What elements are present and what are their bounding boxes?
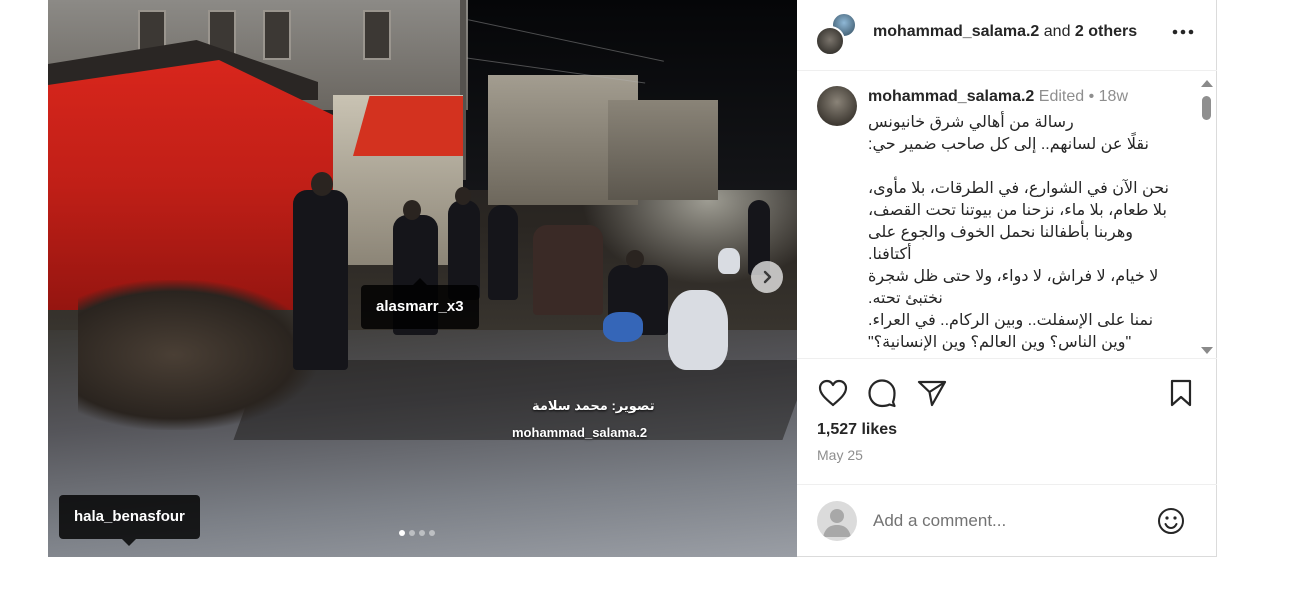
- bookmark-icon: [1170, 379, 1192, 407]
- bag: [718, 248, 740, 274]
- share-button[interactable]: [914, 375, 950, 411]
- rubble-pile: [78, 280, 318, 430]
- comment-input[interactable]: [873, 507, 1143, 535]
- person-silhouette: [488, 205, 518, 300]
- caption-header: mohammad_salama.2 Edited • 18w: [868, 88, 1128, 106]
- scroll-down-arrow-icon[interactable]: [1201, 347, 1213, 354]
- more-horizontal-icon: [1172, 29, 1194, 35]
- person-silhouette: [293, 190, 348, 370]
- current-user-avatar: [817, 501, 857, 541]
- save-button[interactable]: [1163, 375, 1199, 411]
- default-avatar-icon: [823, 509, 851, 537]
- scroll-up-arrow-icon[interactable]: [1201, 80, 1213, 87]
- carousel-dot: [409, 530, 415, 536]
- caption-username[interactable]: mohammad_salama.2: [868, 88, 1034, 105]
- author-username[interactable]: mohammad_salama.2: [873, 23, 1039, 40]
- person-head: [626, 250, 644, 268]
- bag: [603, 312, 643, 342]
- photo-credit-text: تصوير: محمد سلامة: [532, 398, 655, 413]
- carousel-dot: [399, 530, 405, 536]
- person-head: [455, 187, 471, 205]
- photo-watermark-text: mohammad_salama.2: [512, 425, 648, 440]
- post-date[interactable]: May 25: [817, 447, 863, 463]
- person-silhouette: [533, 225, 603, 315]
- scrollbar-thumb[interactable]: [1202, 96, 1211, 120]
- avatar[interactable]: [817, 86, 857, 126]
- avatar[interactable]: [815, 26, 845, 56]
- action-bar: [797, 375, 1217, 415]
- chevron-right-icon: [763, 270, 772, 284]
- post-photo[interactable]: تصوير: محمد سلامة mohammad_salama.2 alas…: [48, 0, 797, 557]
- collab-avatars[interactable]: [815, 12, 859, 56]
- emoji-icon: [1158, 508, 1184, 534]
- emoji-button[interactable]: [1155, 505, 1187, 537]
- red-tent: [48, 60, 333, 310]
- post-authors[interactable]: mohammad_salama.2 and 2 others: [873, 23, 1137, 41]
- bag: [668, 290, 728, 370]
- stall-sign: [353, 96, 463, 156]
- share-icon: [917, 380, 947, 407]
- like-button[interactable]: [815, 375, 851, 411]
- post-header: mohammad_salama.2 and 2 others: [797, 0, 1217, 71]
- more-options-button[interactable]: [1169, 20, 1197, 44]
- carousel-dot: [419, 530, 425, 536]
- caption-text: رسالة من أهالي شرق خانيونس نقلًا عن لسان…: [868, 114, 1169, 351]
- person-head: [403, 200, 421, 220]
- caption-scrollbar[interactable]: [1197, 76, 1215, 358]
- comment-bar: [797, 484, 1217, 557]
- comment-button[interactable]: [864, 375, 900, 411]
- window: [263, 10, 291, 60]
- post-age[interactable]: 18w: [1099, 88, 1128, 105]
- carousel-indicator: [399, 530, 435, 536]
- building-right-far: [608, 100, 718, 200]
- user-tag-alasmarr[interactable]: alasmarr_x3: [361, 278, 479, 329]
- person-head: [311, 172, 333, 196]
- authors-conjunction: and: [1043, 23, 1071, 40]
- edited-label: Edited: [1038, 88, 1085, 105]
- carousel-dot: [429, 530, 435, 536]
- likes-count[interactable]: 1,527 likes: [817, 421, 897, 439]
- others-link[interactable]: 2 others: [1075, 23, 1137, 40]
- comment-icon: [868, 379, 896, 408]
- post-side-panel: mohammad_salama.2 and 2 others mohammad_…: [797, 0, 1217, 557]
- window: [363, 10, 391, 60]
- meta-separator: •: [1088, 88, 1095, 105]
- carousel-next-button[interactable]: [751, 261, 783, 293]
- user-tag-hala[interactable]: hala_benasfour: [59, 495, 200, 546]
- heart-icon: [818, 379, 848, 407]
- caption-section: mohammad_salama.2 Edited • 18w رسالة من …: [797, 72, 1217, 359]
